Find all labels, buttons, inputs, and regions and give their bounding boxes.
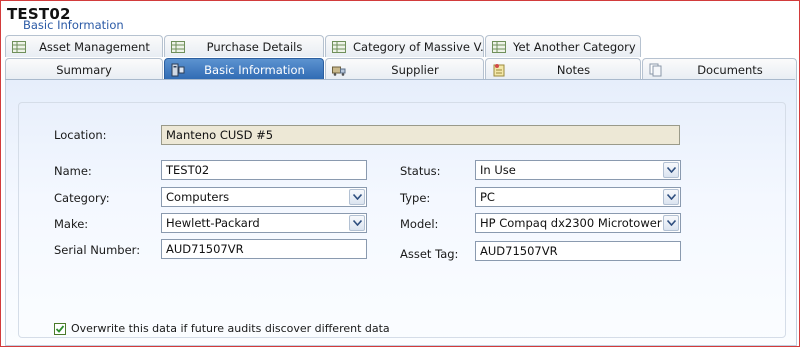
make-value: Hewlett-Packard xyxy=(166,216,260,230)
location-value: Manteno CUSD #5 xyxy=(166,128,274,142)
model-select[interactable]: HP Compaq dx2300 Microtower xyxy=(475,213,681,233)
supplier-icon xyxy=(331,63,347,77)
model-label: Model: xyxy=(400,217,439,231)
overwrite-label: Overwrite this data if future audits dis… xyxy=(71,322,390,335)
asset-tag-label: Asset Tag: xyxy=(400,247,459,261)
name-label: Name: xyxy=(54,164,92,178)
notes-icon xyxy=(491,63,507,77)
tab-label: Purchase Details xyxy=(206,39,303,54)
location-field: Manteno CUSD #5 xyxy=(161,125,680,145)
overwrite-checkbox[interactable] xyxy=(54,322,66,335)
computer-icon xyxy=(170,63,186,77)
group-title: Basic Information xyxy=(23,18,124,32)
tab-notes[interactable]: Notes xyxy=(485,58,641,80)
make-label: Make: xyxy=(54,217,89,231)
tab-label: Category of Massive V... xyxy=(353,39,483,54)
tab-label: Notes xyxy=(556,62,591,77)
grid-icon xyxy=(491,40,507,54)
serial-number-label: Serial Number: xyxy=(54,243,141,257)
tab-label: Yet Another Category xyxy=(513,39,636,54)
make-select[interactable]: Hewlett-Packard xyxy=(161,213,367,233)
status-label: Status: xyxy=(400,164,441,178)
tab-label: Supplier xyxy=(391,62,439,77)
category-value: Computers xyxy=(166,190,230,204)
name-input[interactable]: TEST02 xyxy=(161,160,367,180)
tab-purchase-details[interactable]: Purchase Details xyxy=(164,35,324,57)
grid-icon xyxy=(11,40,27,54)
chevron-down-icon[interactable] xyxy=(349,189,365,205)
tab-label: Summary xyxy=(56,62,112,77)
grid-icon xyxy=(331,40,347,54)
tab-summary[interactable]: Summary xyxy=(5,58,163,80)
status-select[interactable]: In Use xyxy=(475,160,681,180)
location-label: Location: xyxy=(54,128,107,142)
tab-label: Documents xyxy=(697,62,763,77)
tab-category-of-massive-v[interactable]: Category of Massive V... xyxy=(325,35,484,57)
asset-tag-value: AUD71507VR xyxy=(480,244,558,258)
grid-icon xyxy=(170,40,186,54)
chevron-down-icon[interactable] xyxy=(349,215,365,231)
tab-asset-management[interactable]: Asset Management xyxy=(5,35,163,57)
chevron-down-icon[interactable] xyxy=(663,162,679,178)
model-value: HP Compaq dx2300 Microtower xyxy=(480,216,662,230)
chevron-down-icon[interactable] xyxy=(663,215,679,231)
tab-documents[interactable]: Documents xyxy=(642,58,797,80)
tab-label: Asset Management xyxy=(39,39,150,54)
tab-basic-information[interactable]: Basic Information xyxy=(164,58,324,80)
serial-number-value: AUD71507VR xyxy=(166,242,244,256)
tab-supplier[interactable]: Supplier xyxy=(325,58,484,80)
type-value: PC xyxy=(480,190,495,204)
status-value: In Use xyxy=(480,163,516,177)
asset-tag-input[interactable]: AUD71507VR xyxy=(475,241,681,261)
type-label: Type: xyxy=(400,191,431,205)
name-value: TEST02 xyxy=(166,163,210,177)
chevron-down-icon[interactable] xyxy=(663,189,679,205)
overwrite-option[interactable]: Overwrite this data if future audits dis… xyxy=(54,322,390,335)
type-select[interactable]: PC xyxy=(475,187,681,207)
category-select[interactable]: Computers xyxy=(161,187,367,207)
window-frame: TEST02 Asset Management Purchase Details… xyxy=(0,0,800,347)
tab-yet-another-category[interactable]: Yet Another Category xyxy=(485,35,641,57)
serial-number-input[interactable]: AUD71507VR xyxy=(161,239,367,259)
category-label: Category: xyxy=(54,191,110,205)
documents-icon xyxy=(648,63,664,77)
tab-label: Basic Information xyxy=(204,62,305,77)
